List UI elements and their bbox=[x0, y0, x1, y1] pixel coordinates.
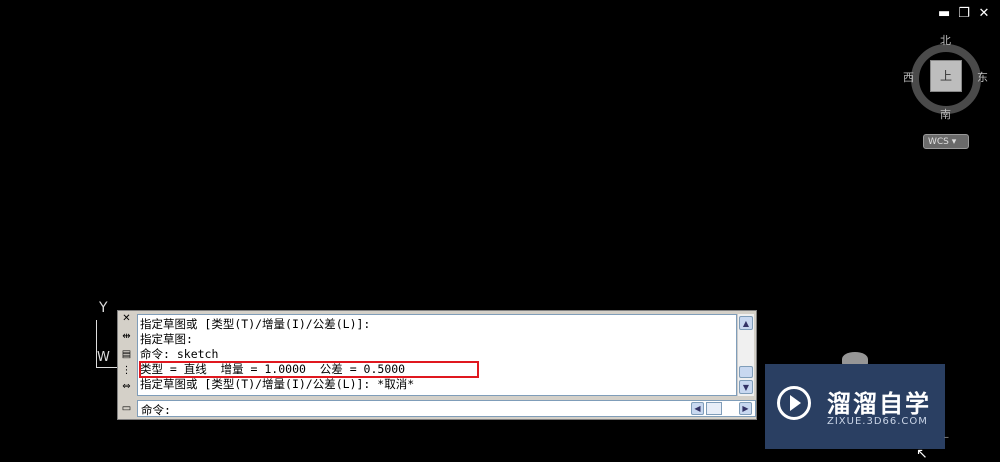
scroll-left-button[interactable]: ◀ bbox=[691, 402, 704, 415]
compass-east[interactable]: 东 bbox=[977, 69, 988, 85]
command-horizontal-scrollbar[interactable]: ◀ ▶ bbox=[691, 402, 753, 415]
pin-icon[interactable]: ⇹ bbox=[121, 331, 132, 343]
properties-icon[interactable]: ▤ bbox=[121, 349, 132, 361]
history-line: 指定草图: bbox=[140, 332, 193, 346]
scroll-up-button[interactable]: ▲ bbox=[739, 316, 753, 330]
compass-north[interactable]: 北 bbox=[940, 32, 951, 48]
close-button[interactable]: ✕ bbox=[978, 6, 990, 21]
watermark-logo: 溜溜自学 ZIXUE.3D66.COM bbox=[765, 364, 945, 449]
scroll-thumb[interactable] bbox=[739, 366, 753, 378]
play-icon bbox=[790, 395, 801, 411]
command-window: ✕ ⇹ ▤ ⋮ ⇔ ▭ 指定草图或 [类型(T)/增量(I)/公差(L)]: 指… bbox=[117, 310, 757, 420]
command-input[interactable]: 命令: ◀ ▶ bbox=[137, 400, 756, 417]
history-line: 指定草图或 [类型(T)/增量(I)/公差(L)]: *取消* bbox=[140, 377, 415, 391]
tick-mark: – bbox=[944, 432, 949, 443]
watermark-title: 溜溜自学 bbox=[827, 390, 931, 418]
history-line: 命令: sketch bbox=[140, 347, 219, 361]
wcs-menu-button[interactable]: WCS ▾ bbox=[923, 134, 969, 149]
minimize-button[interactable]: ▬ bbox=[938, 6, 950, 21]
history-line-highlighted: 类型 = 直线 增量 = 1.0000 公差 = 0.5000 bbox=[139, 361, 479, 378]
window-controls: ▬ ❐ ✕ bbox=[938, 6, 990, 21]
command-window-titlebar[interactable]: ✕ ⇹ ▤ ⋮ ⇔ ▭ bbox=[118, 311, 135, 419]
horizontal-scroll-thumb[interactable] bbox=[706, 402, 722, 415]
ucs-w-label: W bbox=[97, 350, 110, 365]
command-history[interactable]: 指定草图或 [类型(T)/增量(I)/公差(L)]: 指定草图: 命令: ske… bbox=[137, 314, 737, 396]
close-icon[interactable]: ✕ bbox=[121, 313, 132, 325]
viewcube[interactable]: 上 北 南 西 东 bbox=[903, 32, 991, 122]
compass-south[interactable]: 南 bbox=[940, 106, 951, 122]
restore-button[interactable]: ❐ bbox=[958, 6, 970, 21]
history-line: 指定草图或 [类型(T)/增量(I)/公差(L)]: bbox=[140, 317, 371, 331]
tool-icon[interactable]: ⇔ bbox=[121, 381, 132, 393]
compass-west[interactable]: 西 bbox=[903, 69, 914, 85]
scroll-down-button[interactable]: ▼ bbox=[739, 380, 753, 394]
grip-icon[interactable]: ⋮ bbox=[121, 365, 132, 377]
wcs-label: WCS bbox=[928, 137, 949, 147]
command-prompt: 命令: bbox=[141, 403, 171, 417]
viewcube-top-face[interactable]: 上 bbox=[930, 60, 962, 92]
window-icon[interactable]: ▭ bbox=[121, 403, 132, 415]
history-vertical-scrollbar[interactable]: ▲ ▼ bbox=[737, 314, 754, 396]
watermark-url: ZIXUE.3D66.COM bbox=[827, 416, 928, 427]
mouse-cursor-icon: ↖ bbox=[916, 446, 928, 462]
scroll-right-button[interactable]: ▶ bbox=[739, 402, 752, 415]
ucs-y-label: Y bbox=[99, 300, 108, 316]
